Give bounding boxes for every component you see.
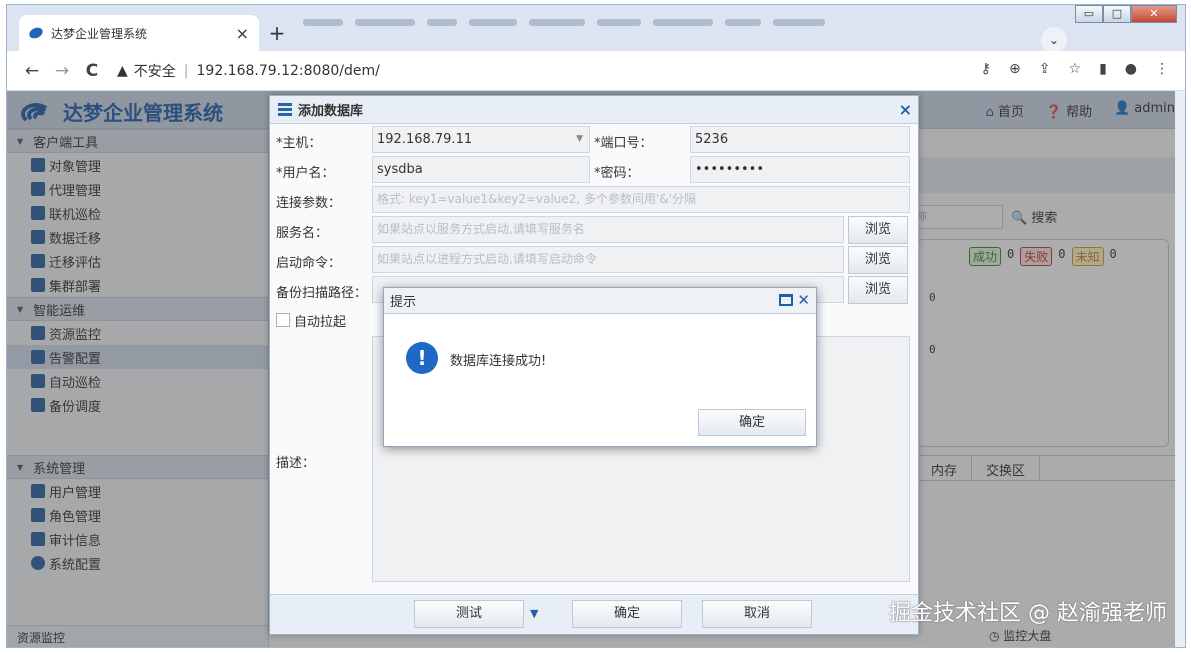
maximize-button[interactable]: □ [1103, 5, 1131, 23]
start-cmd-field[interactable]: 如果站点以进程方式启动,请填写启动命令 [372, 246, 844, 273]
auto-restart-checkbox[interactable] [276, 313, 290, 327]
dialog-footer: 测试 ▼ 确定 取消 [270, 594, 918, 634]
page-scrollbar[interactable] [1175, 91, 1185, 647]
test-button[interactable]: 测试 [414, 600, 524, 628]
browser-tab[interactable]: 达梦企业管理系统 × [19, 15, 259, 51]
dialog-close-icon[interactable]: × [899, 100, 912, 119]
browse-start-button[interactable]: 浏览 [848, 246, 908, 274]
username-field[interactable]: sysdba [372, 156, 590, 183]
minimize-button[interactable]: ▭ [1075, 5, 1103, 23]
profile-icon[interactable]: ● [1125, 61, 1137, 77]
auto-restart-label: 自动拉起 [294, 315, 347, 330]
key-icon[interactable]: ⚷ [981, 61, 991, 77]
alert-message: 数据库连接成功! [450, 354, 547, 369]
alert-titlebar: 提示 ✕ [384, 288, 816, 314]
maximize-icon[interactable] [779, 294, 794, 306]
alert-close-icon[interactable]: ✕ [797, 291, 810, 309]
tab-close-icon[interactable]: × [236, 24, 249, 43]
tab-title: 达梦企业管理系统 [51, 26, 148, 41]
security-label: 不安全 [133, 63, 176, 80]
dm-favicon-icon [27, 25, 45, 41]
tab-strip: 达梦企业管理系统 × + ⌄ ▭ □ ✕ [7, 5, 1185, 53]
description-label: 描述： [276, 456, 316, 471]
conn-params-label: 连接参数： [276, 196, 342, 211]
list-icon [278, 102, 292, 117]
chevron-down-icon: ▼ [576, 134, 583, 144]
test-dropdown-icon[interactable]: ▼ [530, 607, 538, 620]
share-icon[interactable]: ⇪ [1039, 61, 1051, 77]
window-close-button[interactable]: ✕ [1131, 5, 1177, 23]
alert-ok-button[interactable]: 确定 [698, 409, 806, 436]
alert-title: 提示 [390, 295, 417, 310]
url-text: 192.168.79.12:8080/dem/ [196, 62, 380, 79]
window-controls: ▭ □ ✕ [1075, 5, 1177, 23]
dialog-title: 添加数据库 [298, 104, 364, 119]
browse-backup-button[interactable]: 浏览 [848, 276, 908, 304]
alert-controls: ✕ [779, 291, 810, 309]
blurred-tabs [303, 19, 893, 35]
new-tab-button[interactable]: + [265, 22, 289, 46]
password-label: *密码： [594, 166, 640, 181]
tab-search-dropdown[interactable]: ⌄ [1041, 27, 1067, 53]
watermark: 掘金技术社区 @ 赵渝强老师 [889, 601, 1167, 626]
warning-icon: ▲ [117, 62, 128, 79]
address-bar[interactable]: ▲ 不安全 | 192.168.79.12:8080/dem/ [117, 61, 380, 81]
port-label: *端口号： [594, 136, 653, 151]
backup-path-label: 备份扫描路径： [276, 286, 368, 301]
reload-button[interactable]: C [77, 61, 107, 81]
forward-button[interactable]: → [47, 61, 77, 81]
zoom-icon[interactable]: ⊕ [1009, 61, 1021, 77]
conn-params-field[interactable]: 格式: key1=value1&key2=value2, 多个参数间用'&'分隔 [372, 186, 910, 213]
host-label: *主机： [276, 136, 322, 151]
dialog-titlebar: 添加数据库 × [270, 96, 918, 124]
browse-service-button[interactable]: 浏览 [848, 216, 908, 244]
side-panel-icon[interactable]: ▮ [1099, 61, 1107, 77]
url-separator: | [183, 62, 189, 79]
alert-dialog: 提示 ✕ ! 数据库连接成功! 确定 [383, 287, 817, 447]
host-select[interactable]: 192.168.79.11 ▼ [372, 126, 590, 153]
service-label: 服务名： [276, 226, 329, 241]
browser-tools: ⚷ ⊕ ⇪ ☆ ▮ ● ⋮ [981, 61, 1169, 77]
browser-toolbar: ← → C ▲ 不安全 | 192.168.79.12:8080/dem/ ⚷ … [7, 51, 1185, 91]
bookmark-star-icon[interactable]: ☆ [1069, 61, 1082, 77]
info-icon: ! [406, 342, 438, 374]
browser-menu-icon[interactable]: ⋮ [1155, 61, 1169, 77]
password-field[interactable]: ••••••••• [690, 156, 910, 183]
browser-window: 达梦企业管理系统 × + ⌄ ▭ □ ✕ ← → C ▲ 不安全 | 192.1… [6, 4, 1186, 648]
user-label: *用户名： [276, 166, 335, 181]
cancel-button[interactable]: 取消 [702, 600, 812, 628]
service-field[interactable]: 如果站点以服务方式启动,请填写服务名 [372, 216, 844, 243]
confirm-button[interactable]: 确定 [572, 600, 682, 628]
start-cmd-label: 启动命令： [276, 256, 342, 271]
back-button[interactable]: ← [17, 61, 47, 81]
port-field[interactable]: 5236 [690, 126, 910, 153]
